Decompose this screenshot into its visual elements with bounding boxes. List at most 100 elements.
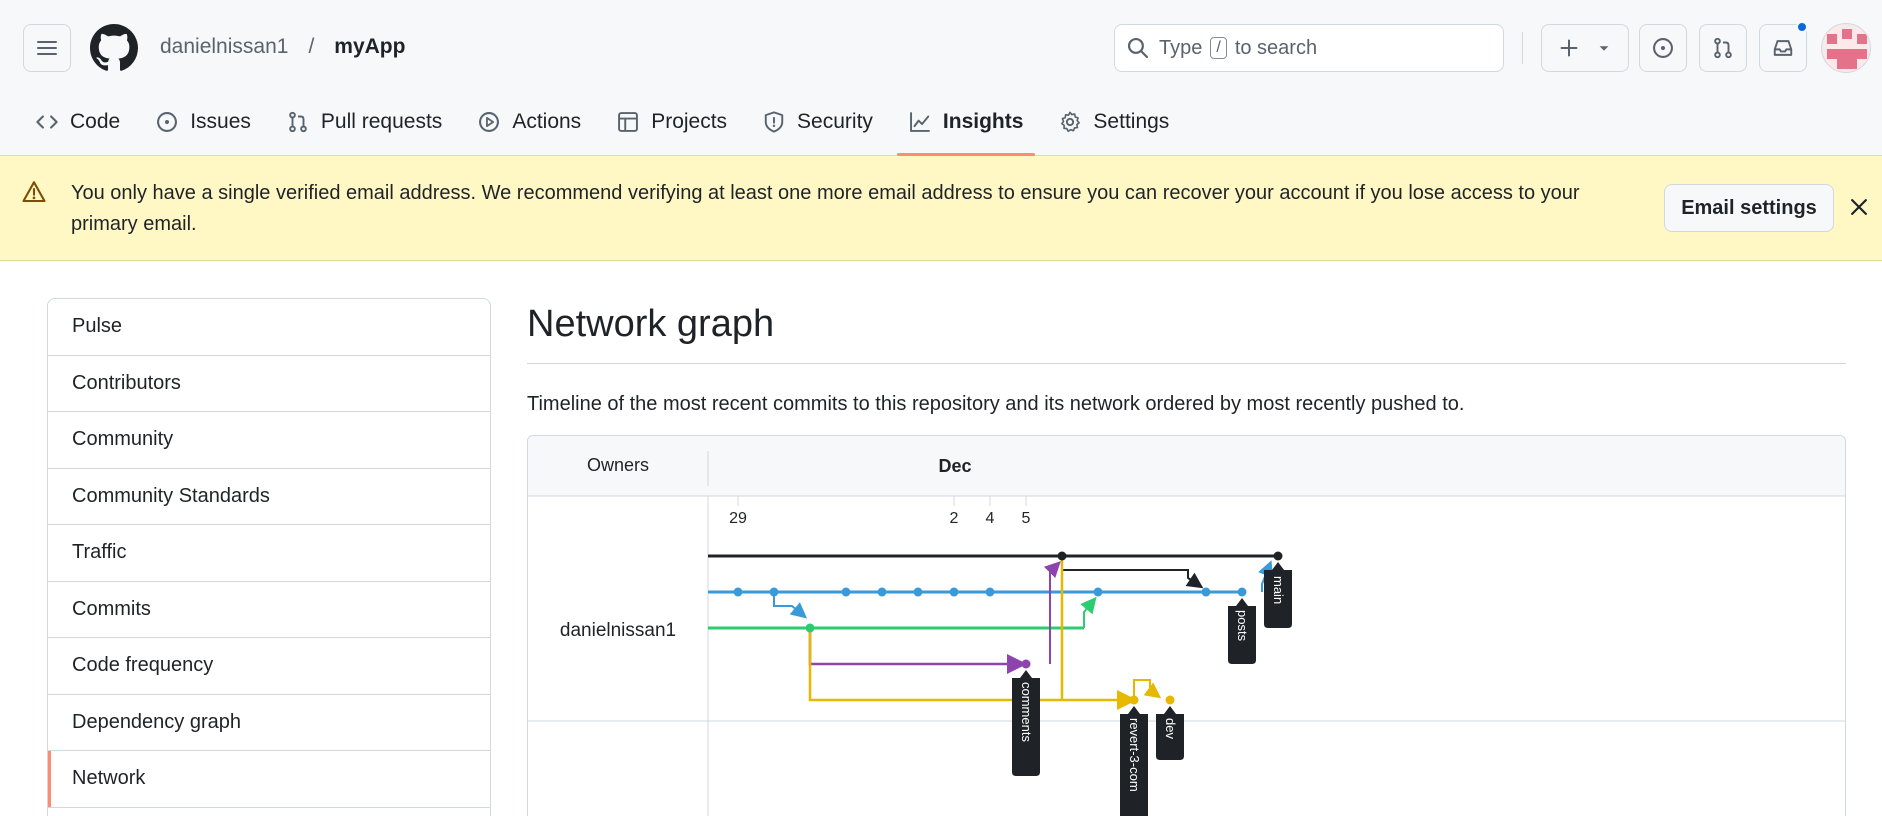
graph-header [528, 436, 1845, 496]
owner-name[interactable]: danielnissan1 [560, 620, 676, 641]
sidebar-item-network[interactable]: Network [48, 751, 490, 808]
tab-label: Actions [512, 110, 582, 133]
branch-line-purple [808, 628, 1027, 674]
sidebar-item-dependency-graph[interactable]: Dependency graph [48, 695, 490, 751]
branch-line-green-merge [1080, 596, 1097, 628]
tab-insights[interactable]: Insights [896, 100, 1036, 156]
tab-projects[interactable]: Projects [605, 100, 739, 144]
commit-dot-dev-head[interactable] [1165, 695, 1175, 705]
email-settings-button[interactable]: Email settings [1664, 184, 1834, 232]
branch-label-main[interactable]: main [1264, 562, 1292, 628]
sidebar-item-contributors[interactable]: Contributors [48, 356, 490, 412]
table-icon [618, 112, 639, 132]
plus-icon [1560, 39, 1578, 57]
branch-label-comments[interactable]: comments [1012, 670, 1040, 776]
tab-settings[interactable]: Settings [1047, 100, 1181, 144]
commit-dot-main-head[interactable] [1273, 551, 1283, 561]
tab-label: Settings [1093, 110, 1170, 133]
sidebar-item-pulse[interactable]: Pulse [48, 299, 490, 356]
github-logo-icon[interactable] [90, 24, 138, 72]
insights-sidebar: Pulse Contributors Community Community S… [47, 298, 491, 816]
svg-text:comments: comments [1019, 682, 1034, 742]
tab-security[interactable]: Security [751, 100, 885, 144]
tab-label: Insights [942, 110, 1024, 133]
search-suffix: to search [1234, 36, 1318, 59]
commit-dot-purple[interactable] [1021, 659, 1031, 669]
pull-request-icon [289, 111, 307, 133]
owner-link[interactable]: danielnissan1 [160, 35, 288, 59]
repo-link[interactable]: myApp [334, 35, 405, 59]
hamburger-icon [37, 41, 57, 55]
global-header: danielnissan1 / myApp Type / to search C… [0, 0, 1882, 156]
repo-tabs: Code Issues Pull requests Actions Projec… [24, 100, 1193, 156]
alert-icon [22, 181, 46, 203]
breadcrumb: danielnissan1 / myApp [160, 35, 405, 59]
branch-label-posts[interactable]: posts [1228, 598, 1256, 664]
svg-text:main: main [1271, 576, 1286, 604]
commit-dot-yellow[interactable] [1129, 695, 1139, 705]
header-divider [1522, 32, 1523, 64]
notification-dot [1796, 21, 1808, 33]
svg-text:revert-3-com: revert-3-com [1127, 718, 1142, 792]
branch-line-yellow-fork [1133, 679, 1162, 700]
sidebar-item-community[interactable]: Community [48, 412, 490, 469]
tab-label: Code [70, 110, 121, 133]
page-description: Timeline of the most recent commits to t… [527, 393, 1465, 415]
tab-label: Pull requests [320, 110, 443, 133]
search-prefix: Type [1159, 36, 1203, 59]
tab-issues[interactable]: Issues [144, 100, 263, 144]
network-graph[interactable]: Owners Dec 29 2 4 5 danielnissan1 main p… [527, 435, 1846, 816]
banner-message: You only have a single verified email ad… [71, 182, 1580, 235]
commit-dot-green[interactable] [805, 623, 815, 633]
commit-dot-black[interactable] [1057, 551, 1067, 561]
code-icon [36, 115, 58, 129]
close-icon[interactable] [1848, 196, 1870, 218]
issues-button[interactable] [1639, 24, 1687, 72]
create-new-button[interactable] [1541, 24, 1629, 72]
tab-label: Security [797, 110, 873, 133]
branch-line-blue-fork [773, 592, 808, 619]
avatar[interactable] [1821, 23, 1871, 73]
pull-requests-button[interactable] [1699, 24, 1747, 72]
network-graph-canvas[interactable]: Owners Dec 29 2 4 5 danielnissan1 main p… [528, 436, 1846, 816]
issue-icon [1653, 38, 1673, 58]
shield-icon [764, 111, 784, 133]
svg-text:dev: dev [1163, 718, 1178, 739]
play-icon [479, 112, 500, 132]
month-label: Dec [938, 456, 971, 476]
tab-pull-requests[interactable]: Pull requests [275, 100, 454, 144]
branch-label-revert[interactable]: revert-3-com [1120, 706, 1148, 816]
date-label: 29 [729, 510, 747, 527]
search-input[interactable]: Type / to search [1114, 24, 1504, 72]
gear-icon [1061, 111, 1081, 133]
owners-header: Owners [587, 455, 649, 475]
issue-icon [157, 112, 178, 132]
title-divider [527, 363, 1846, 364]
branch-label-dev[interactable]: dev [1156, 706, 1184, 760]
identicon-icon [1827, 29, 1867, 69]
date-label: 2 [950, 510, 959, 527]
graph-icon [910, 112, 930, 132]
search-icon [1127, 37, 1149, 59]
tab-label: Projects [651, 110, 728, 133]
tab-label: Issues [190, 110, 251, 133]
sidebar-item-community-standards[interactable]: Community Standards [48, 469, 490, 525]
inbox-icon [1773, 40, 1793, 56]
search-shortcut-key: / [1210, 37, 1227, 59]
sidebar-item-traffic[interactable]: Traffic [48, 525, 490, 582]
date-label: 4 [986, 510, 995, 527]
menu-button[interactable] [23, 24, 71, 72]
page-title: Network graph [527, 303, 775, 345]
svg-text:posts: posts [1235, 610, 1250, 642]
sidebar-item-commits[interactable]: Commits [48, 582, 490, 638]
chevron-down-icon [1599, 46, 1609, 51]
branch-line-purple-merge [1043, 561, 1061, 664]
date-label: 5 [1022, 510, 1031, 527]
pull-request-icon [1714, 37, 1732, 59]
verify-email-banner: You only have a single verified email ad… [0, 156, 1882, 261]
breadcrumb-separator: / [308, 35, 315, 58]
merge-line-black [1061, 556, 1204, 589]
tab-code[interactable]: Code [24, 100, 132, 144]
sidebar-item-code-frequency[interactable]: Code frequency [48, 638, 490, 695]
tab-actions[interactable]: Actions [466, 100, 593, 144]
